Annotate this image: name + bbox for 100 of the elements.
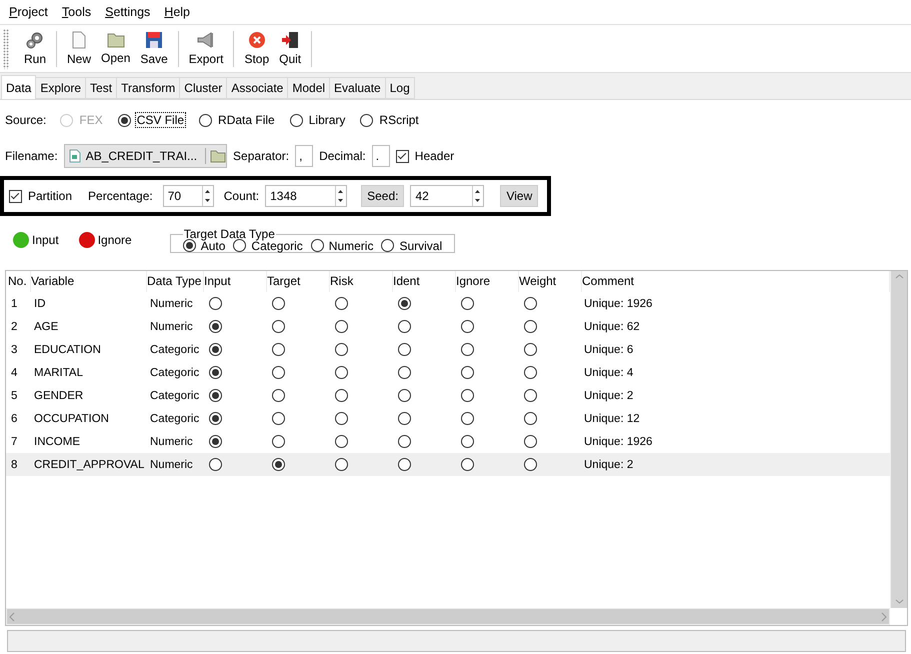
tab[interactable]: Transform	[116, 77, 180, 99]
role-radio[interactable]	[272, 297, 285, 310]
role-radio[interactable]	[524, 412, 537, 425]
seed-button[interactable]: Seed:	[361, 185, 404, 207]
tab[interactable]: Data	[1, 75, 36, 99]
tab[interactable]: Model	[287, 77, 330, 99]
table-row[interactable]: 6 OCCUPATION Categoric Unique: 12	[6, 407, 890, 430]
role-radio[interactable]	[461, 320, 474, 333]
tab[interactable]: Log	[384, 77, 415, 99]
table-row[interactable]: 3 EDUCATION Categoric Unique: 6	[6, 338, 890, 361]
role-radio[interactable]	[335, 297, 348, 310]
role-radio[interactable]	[461, 435, 474, 448]
table-row[interactable]: 7 INCOME Numeric Unique: 1926	[6, 430, 890, 453]
role-radio[interactable]	[461, 366, 474, 379]
table-row[interactable]: 5 GENDER Categoric Unique: 2	[6, 384, 890, 407]
filename-field[interactable]: AB_CREDIT_TRAI...	[64, 144, 228, 168]
view-button[interactable]: View	[500, 185, 538, 207]
radio-option[interactable]: RScript	[360, 113, 420, 127]
tab[interactable]: Explore	[35, 77, 86, 99]
role-radio[interactable]	[272, 389, 285, 402]
role-radio[interactable]	[209, 343, 222, 356]
role-radio[interactable]	[272, 366, 285, 379]
role-radio[interactable]	[209, 458, 222, 471]
toolbar-button[interactable]: Open	[96, 32, 136, 65]
menu-item[interactable]: Tools	[54, 5, 98, 19]
role-radio[interactable]	[335, 320, 348, 333]
role-radio[interactable]	[461, 458, 474, 471]
role-radio[interactable]	[461, 297, 474, 310]
role-radio[interactable]	[461, 389, 474, 402]
role-radio[interactable]	[335, 458, 348, 471]
role-radio[interactable]	[272, 343, 285, 356]
column-header[interactable]: No.	[8, 271, 31, 292]
tab[interactable]: Evaluate	[329, 77, 386, 99]
role-radio[interactable]	[524, 389, 537, 402]
role-radio[interactable]	[524, 297, 537, 310]
role-radio[interactable]	[398, 435, 411, 448]
radio-option[interactable]: Library	[290, 113, 346, 127]
role-radio[interactable]	[335, 343, 348, 356]
column-header[interactable]: Ident	[393, 271, 456, 292]
folder-icon[interactable]	[210, 149, 226, 163]
column-header[interactable]: Ignore	[456, 271, 519, 292]
role-radio[interactable]	[272, 320, 285, 333]
radio-option[interactable]: RData File	[199, 113, 276, 127]
role-radio[interactable]	[398, 412, 411, 425]
role-radio[interactable]	[524, 458, 537, 471]
toolbar-button[interactable]: New	[62, 31, 96, 66]
count-spinbox[interactable]: 1348	[265, 185, 348, 207]
radio-option[interactable]: Numeric	[310, 238, 374, 252]
radio-option[interactable]: Survival	[381, 238, 442, 252]
role-radio[interactable]	[209, 366, 222, 379]
role-radio[interactable]	[524, 435, 537, 448]
role-radio[interactable]	[398, 320, 411, 333]
role-radio[interactable]	[209, 412, 222, 425]
role-radio[interactable]	[209, 389, 222, 402]
role-radio[interactable]	[398, 297, 411, 310]
column-header[interactable]: Weight	[519, 271, 582, 292]
role-radio[interactable]	[335, 435, 348, 448]
column-header[interactable]: Input	[204, 271, 267, 292]
role-radio[interactable]	[461, 343, 474, 356]
role-radio[interactable]	[398, 389, 411, 402]
column-header[interactable]: Variable	[31, 271, 147, 292]
menu-item[interactable]: Help	[157, 5, 198, 19]
role-radio[interactable]	[524, 366, 537, 379]
toolbar-button[interactable]: Quit	[274, 31, 306, 66]
table-row[interactable]: 2 AGE Numeric Unique: 62	[6, 315, 890, 338]
role-radio[interactable]	[398, 458, 411, 471]
column-header[interactable]: Target	[267, 271, 330, 292]
role-radio[interactable]	[335, 412, 348, 425]
role-radio[interactable]	[272, 458, 285, 471]
table-row[interactable]: 1 ID Numeric Unique: 1926	[6, 292, 890, 315]
role-radio[interactable]	[461, 412, 474, 425]
role-radio[interactable]	[209, 320, 222, 333]
menu-item[interactable]: Settings	[98, 5, 158, 19]
toolbar-button[interactable]: Stop	[239, 31, 274, 66]
table-row[interactable]: 8 CREDIT_APPROVAL Numeric Unique: 2	[6, 453, 890, 476]
radio-option[interactable]: CSV File	[118, 113, 186, 127]
separator-field[interactable]: ,	[295, 145, 314, 167]
menu-item[interactable]: Project	[2, 5, 55, 19]
header-checkbox[interactable]	[396, 150, 409, 162]
role-radio[interactable]	[524, 320, 537, 333]
toolbar-button[interactable]: Export	[184, 31, 228, 66]
tab[interactable]: Test	[85, 77, 118, 99]
toolbar-button[interactable]: Save	[135, 31, 173, 66]
role-radio[interactable]	[335, 366, 348, 379]
seed-spinbox[interactable]: 42	[410, 185, 484, 207]
tab[interactable]: Associate	[226, 77, 288, 99]
role-radio[interactable]	[272, 435, 285, 448]
role-radio[interactable]	[398, 366, 411, 379]
role-radio[interactable]	[209, 297, 222, 310]
toolbar-button[interactable]: Run	[19, 31, 52, 66]
role-radio[interactable]	[335, 389, 348, 402]
percentage-spinbox[interactable]: 70	[162, 185, 214, 207]
partition-checkbox[interactable]	[9, 190, 22, 202]
role-radio[interactable]	[524, 343, 537, 356]
column-header[interactable]: Data Type	[147, 271, 204, 292]
role-radio[interactable]	[272, 412, 285, 425]
role-radio[interactable]	[209, 435, 222, 448]
decimal-field[interactable]: .	[372, 145, 390, 167]
role-radio[interactable]	[398, 343, 411, 356]
tab[interactable]: Cluster	[179, 77, 228, 99]
